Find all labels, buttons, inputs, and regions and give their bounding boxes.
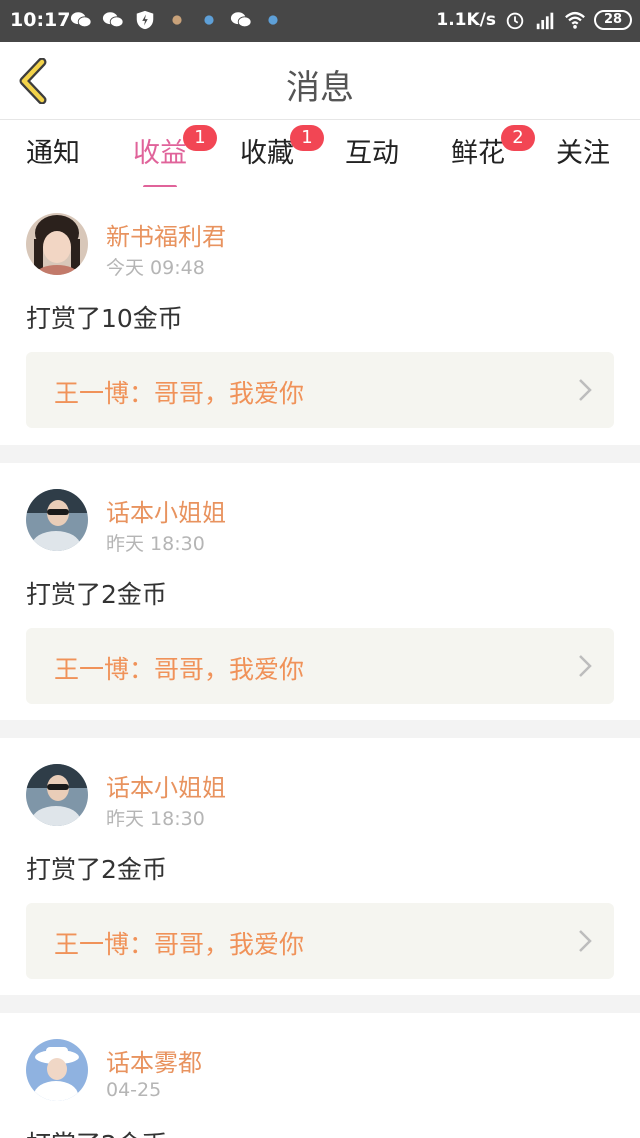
app-icon [204,15,214,25]
tab-earnings[interactable]: 收益 1 [133,125,217,189]
notification-icons [70,9,284,31]
divider [0,720,640,738]
message-content: 打赏了2金币 [26,580,167,609]
chevron-right-icon [579,655,592,677]
message-time: 今天 09:48 [106,257,205,279]
app-icon [172,15,182,25]
avatar[interactable] [26,489,88,551]
unread-badge: 2 [501,125,535,151]
quoted-comment[interactable]: 王一博：哥哥，我爱你 [26,628,614,704]
status-bar: 10:17 1.1K/s 28 [0,0,640,42]
sender-name[interactable]: 话本小姐姐 [106,493,226,528]
quote-text: 王一博：哥哥，我爱你 [54,930,305,959]
avatar[interactable] [26,764,88,826]
quote-text: 王一博：哥哥，我爱你 [54,379,305,408]
message-time: 昨天 18:30 [106,533,205,555]
message-content: 打赏了2金币 [26,855,167,884]
unread-badge: 1 [183,125,217,151]
tab-label: 通知 [26,138,80,169]
app-header: 消息 [0,42,640,120]
page-title: 消息 [286,68,354,108]
chevron-right-icon [579,930,592,952]
battery-indicator: 28 [594,10,632,30]
avatar[interactable] [26,213,88,275]
tab-label: 互动 [345,138,399,169]
quote-text: 王一博：哥哥，我爱你 [54,655,305,684]
message-time: 昨天 18:30 [106,808,205,830]
sender-name[interactable]: 新书福利君 [106,217,226,252]
tab-label: 关注 [556,138,610,169]
tab-label: 鲜花 [451,138,505,169]
app-icon [268,15,278,25]
tab-label: 收益 [133,138,187,169]
tab-label: 收藏 [240,138,294,169]
message-content: 打赏了2金币 [26,1125,167,1138]
status-right: 1.1K/s 28 [436,9,632,31]
message-content: 打赏了10金币 [26,304,183,333]
tab-interactions[interactable]: 互动 [345,131,399,187]
sender-name[interactable]: 话本雾都 [106,1043,202,1078]
sender-name[interactable]: 话本小姐姐 [106,768,226,803]
tab-notifications[interactable]: 通知 [26,131,80,187]
message-card: 话本小姐姐 昨天 18:30 打赏了2金币 王一博：哥哥，我爱你 [0,738,640,995]
tab-following[interactable]: 关注 [556,131,610,187]
message-time: 04-25 [106,1079,162,1101]
quoted-comment[interactable]: 王一博：哥哥，我爱你 [26,352,614,428]
wifi-icon [565,11,585,29]
chevron-right-icon [579,379,592,401]
alarm-icon [506,12,524,30]
wechat-icon [230,12,252,28]
message-card: 话本小姐姐 昨天 18:30 打赏了2金币 王一博：哥哥，我爱你 [0,463,640,720]
message-card: 话本雾都 04-25 打赏了2金币 [0,1013,640,1138]
signal-icon [536,12,554,30]
avatar[interactable] [26,1039,88,1101]
net-speed: 1.1K/s [436,10,496,30]
unread-badge: 1 [290,125,324,151]
tab-bar: 通知 收益 1 收藏 1 互动 鲜花 2 关注 [0,121,640,189]
wechat-icon [70,12,92,28]
divider [0,995,640,1013]
tab-flowers[interactable]: 鲜花 2 [451,125,535,187]
divider [0,445,640,463]
tab-favorites[interactable]: 收藏 1 [240,125,324,187]
message-card: 新书福利君 今天 09:48 打赏了10金币 王一博：哥哥，我爱你 [0,187,640,445]
wechat-icon [102,12,124,28]
shield-icon [136,10,154,30]
quoted-comment[interactable]: 王一博：哥哥，我爱你 [26,903,614,979]
status-time: 10:17 [10,9,71,31]
